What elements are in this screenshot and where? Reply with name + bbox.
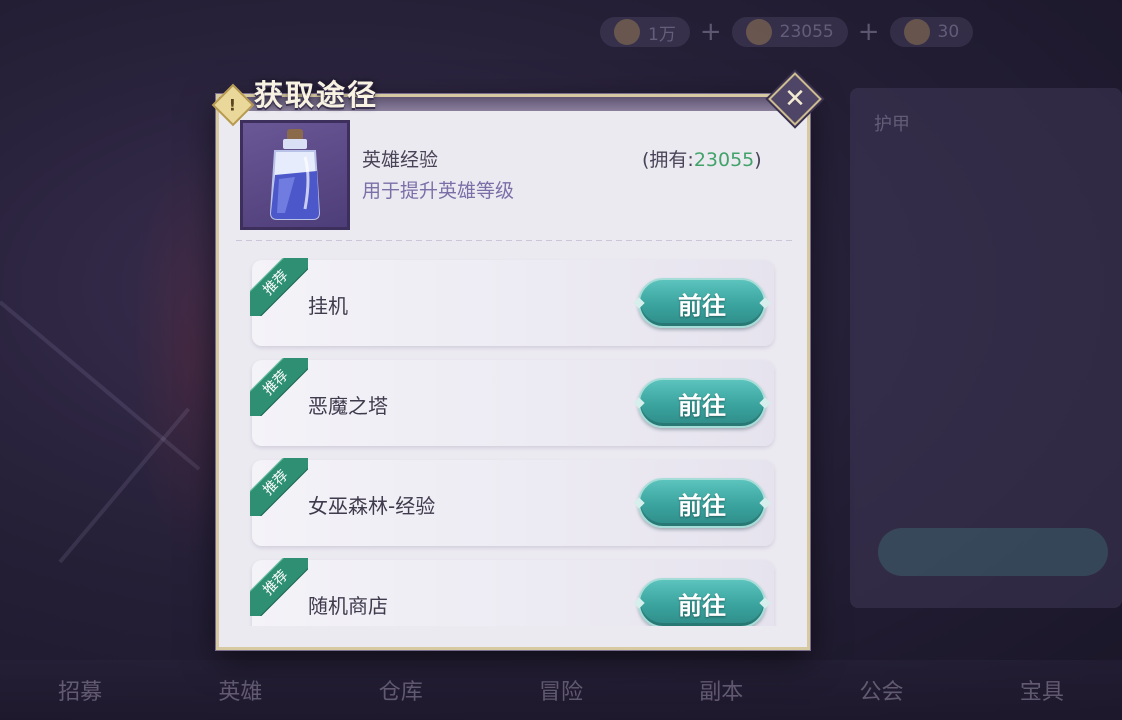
route-label: 女巫森林-经验: [308, 494, 436, 518]
route-row-witch-forest: 推荐 女巫森林-经验 前往: [250, 458, 774, 546]
close-button[interactable]: ✕: [768, 72, 822, 126]
item-owned-count: (拥有:23055): [642, 145, 762, 172]
nav-item: 宝具: [1019, 680, 1064, 705]
resource-bar: 1万 + 23055 + 30: [600, 8, 1122, 56]
route-label: 随机商店: [308, 594, 388, 618]
dialog-title: 获取途径: [254, 78, 379, 112]
divider: [236, 240, 792, 241]
resource-value: 1万: [648, 24, 676, 45]
owned-value: 23055: [693, 149, 755, 171]
resource-gold: 1万: [600, 17, 690, 47]
side-panel-button: [878, 528, 1108, 576]
close-icon: ✕: [784, 84, 806, 114]
nav-item: 英雄: [218, 680, 263, 705]
route-list[interactable]: 推荐 挂机 前往 推荐 恶魔之塔 前往 推荐 女巫森林-经验 前往 推荐 随机商…: [236, 248, 792, 626]
route-label: 挂机: [308, 294, 348, 318]
gem-icon: [745, 19, 772, 45]
recommend-tag: 推荐: [250, 458, 308, 516]
owned-prefix: (拥有:: [642, 149, 694, 171]
bottom-nav: 招募 英雄 仓库 冒险 副本 公会 宝具: [0, 660, 1122, 720]
owned-suffix: ): [754, 149, 762, 171]
goto-button[interactable]: 前往: [638, 478, 766, 528]
route-row-idle: 推荐 挂机 前往: [250, 258, 774, 346]
recommend-tag: 推荐: [250, 558, 308, 616]
nav-item: 仓库: [378, 680, 423, 705]
nav-item: 招募: [58, 680, 103, 705]
nav-item: 冒险: [538, 680, 583, 705]
item-name: 英雄经验: [362, 149, 439, 171]
nav-item: 副本: [699, 680, 744, 705]
goto-button[interactable]: 前往: [638, 278, 766, 328]
goto-button[interactable]: 前往: [638, 378, 766, 428]
avatar-icon: [903, 19, 930, 45]
nav-item: 公会: [859, 680, 904, 705]
potion-bottle-icon: [240, 120, 350, 230]
side-panel: 护甲: [850, 88, 1122, 608]
resource-value: 23055: [779, 22, 834, 42]
coin-icon: [614, 19, 640, 45]
plus-icon: +: [699, 17, 722, 47]
plus-icon: +: [857, 17, 880, 47]
resource-gem: 23055: [731, 17, 848, 47]
side-panel-title: 护甲: [874, 114, 910, 135]
recommend-tag: 推荐: [250, 258, 308, 316]
resource-level: 30: [889, 17, 974, 47]
potion-bottle-graphic: [269, 129, 321, 220]
recommend-tag: 推荐: [250, 358, 308, 416]
route-row-demon-tower: 推荐 恶魔之塔 前往: [250, 358, 774, 446]
goto-button[interactable]: 前往: [638, 578, 766, 626]
route-label: 恶魔之塔: [308, 394, 388, 418]
item-description: 用于提升英雄等级: [362, 180, 515, 202]
route-row-random-shop: 推荐 随机商店 前往: [250, 558, 774, 626]
resource-value: 30: [937, 22, 960, 42]
